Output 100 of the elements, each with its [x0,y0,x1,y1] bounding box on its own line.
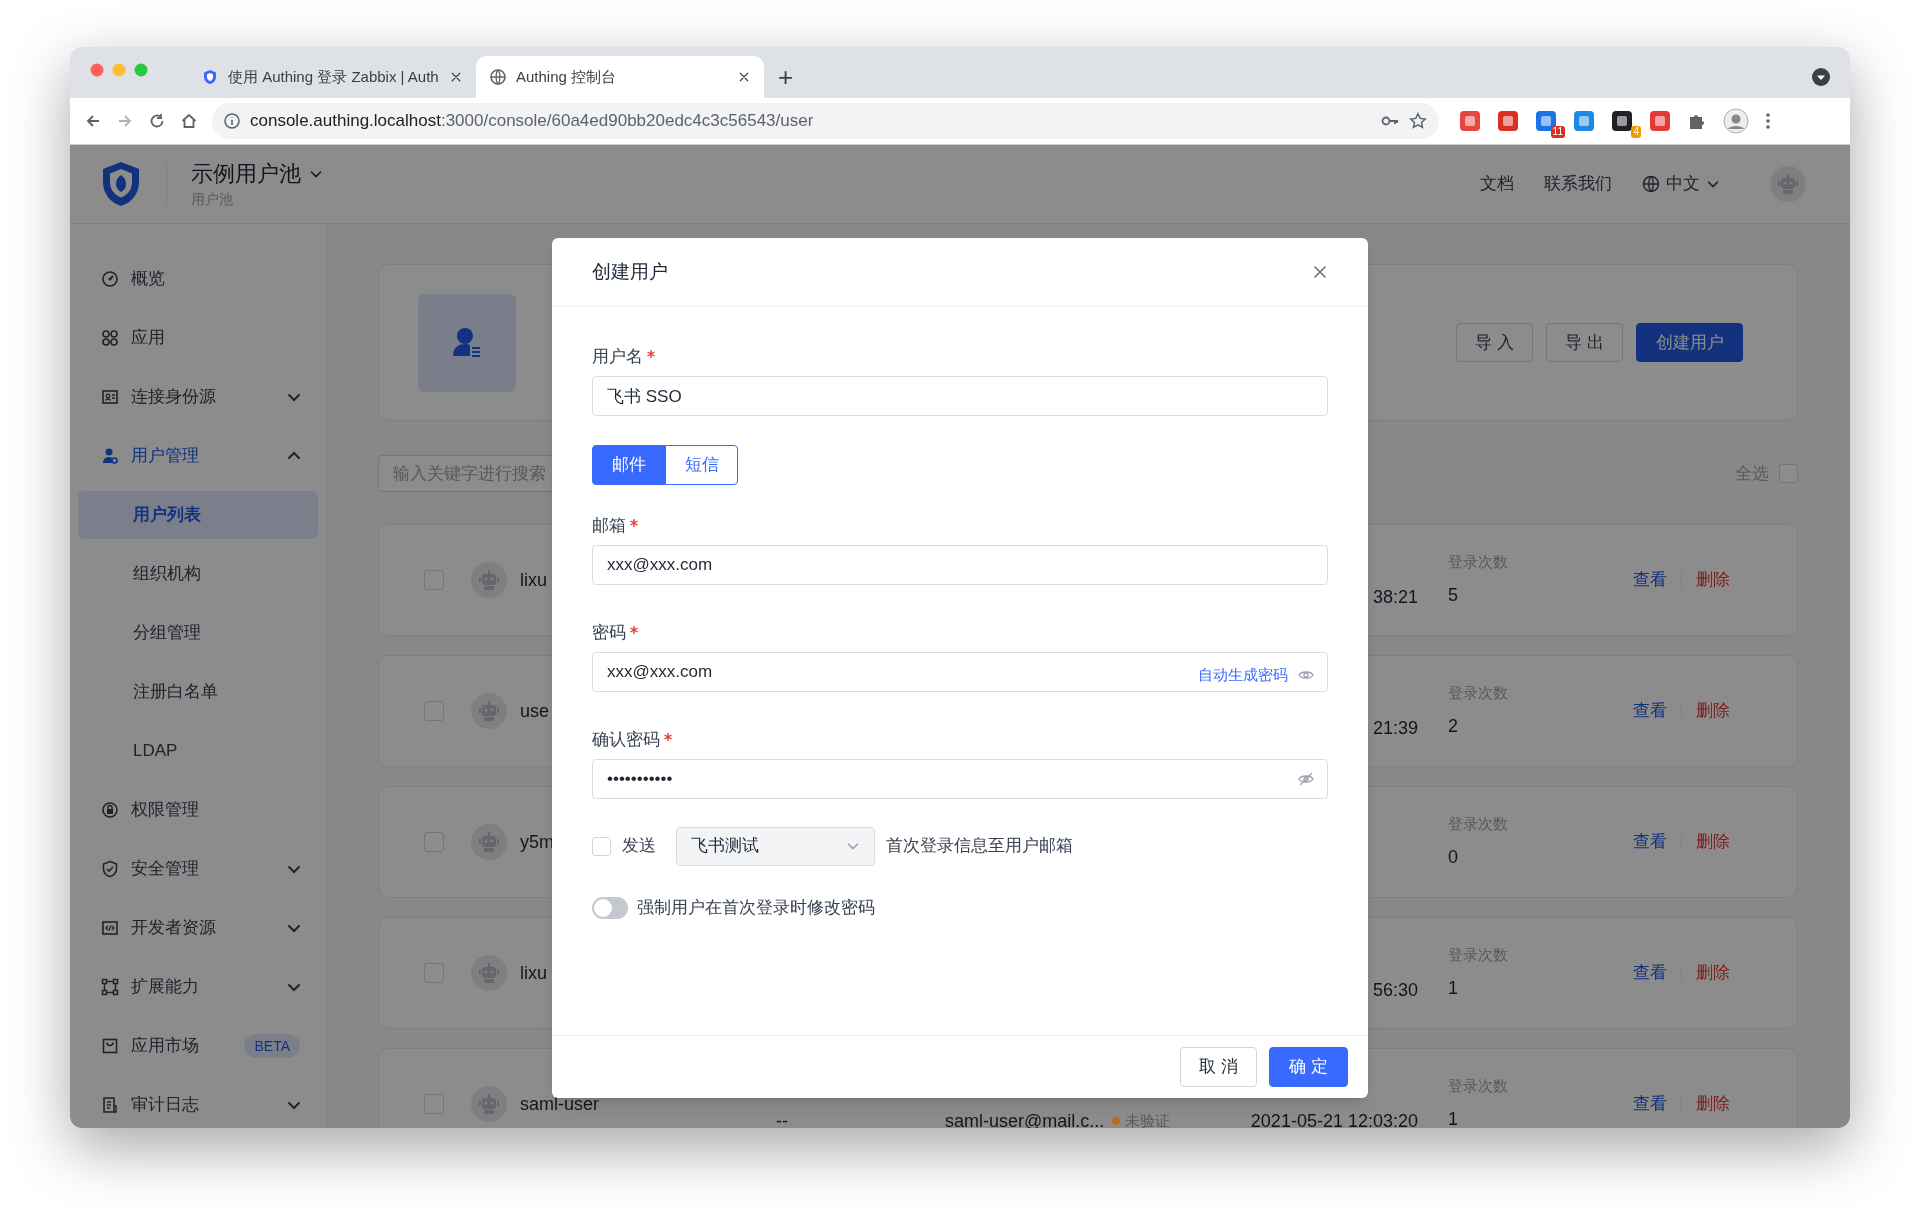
user-name: saml-user [520,1092,599,1116]
checkbox[interactable] [1779,464,1798,483]
date-text: 21:39 [1372,717,1418,738]
checkbox[interactable] [592,836,611,856]
field-label: 用户名 [592,346,643,369]
toggle-label: 强制用户在首次登录时修改密码 [637,897,875,920]
avatar-icon [471,824,507,860]
sidebar-item[interactable]: 用户管理 [78,426,318,485]
confirm-button[interactable]: 确 定 [1269,1047,1348,1087]
input-field[interactable]: xxx@xxx.com [592,545,1328,585]
gauge-icon [101,269,119,288]
field-label: 邮箱 [592,515,626,538]
sidebar-item[interactable]: 安全管理 [78,839,318,898]
bag-icon [101,1036,119,1055]
beta-badge: BETA [244,1033,300,1058]
delete-link[interactable]: 删除 [1696,698,1730,724]
avatar-icon [471,562,507,598]
more-menu-icon[interactable] [1765,112,1771,130]
id-card-icon [101,387,119,406]
sidebar-item[interactable]: 应用 [78,308,318,367]
checkbox[interactable] [424,832,444,852]
sidebar-subitem[interactable]: LDAP [78,726,318,775]
checkbox[interactable] [424,1094,444,1114]
view-link[interactable]: 查看 [1633,1091,1667,1117]
avatar-icon [471,955,507,991]
sidebar-item[interactable]: 权限管理 [78,780,318,839]
login-count: 2 [1448,714,1459,738]
badge: 11 [1550,126,1565,138]
send-label: 发送 [622,835,656,858]
sidebar-item[interactable]: 审计日志 [78,1075,318,1128]
login-count: 0 [1448,845,1459,869]
view-link[interactable]: 查看 [1633,567,1667,593]
delete-link[interactable]: 删除 [1696,960,1730,986]
user-gear-icon [101,446,119,465]
sidebar-subitem[interactable]: 注册白名单 [78,667,318,716]
browser-tab[interactable]: Authing 控制台 [476,56,764,98]
toolbar-button[interactable]: 导 入 [1456,323,1533,362]
sidebar-item[interactable]: 概览 [78,249,318,308]
close-icon[interactable] [450,71,462,83]
input-field[interactable]: 飞书 SSO [592,376,1328,416]
sidebar-item[interactable]: 扩展能力 [78,957,318,1016]
close-icon[interactable] [738,71,750,83]
close-icon[interactable] [1312,264,1328,280]
send-suffix: 首次登录信息至用户邮箱 [886,835,1073,858]
reload-icon[interactable] [148,112,166,130]
input-field[interactable]: ••••••••••• [592,759,1328,799]
sidebar-subitem[interactable]: 组织机构 [78,549,318,598]
user-name: use [520,699,550,723]
checkbox[interactable] [424,701,444,721]
sidebar-item[interactable]: 开发者资源 [78,898,318,957]
home-icon[interactable] [180,112,198,130]
extension-icon[interactable] [1611,110,1633,132]
user-name: lixu [520,568,547,592]
profile-avatar-icon[interactable] [1723,108,1749,134]
shield-icon [202,69,218,85]
date-text: 56:30 [1372,979,1418,1000]
sidebar-subitem[interactable]: 分组管理 [78,608,318,657]
create-user-button[interactable]: 创建用户 [1636,323,1743,362]
login-count: 1 [1448,976,1459,1000]
checkbox[interactable] [424,570,444,590]
toggle-switch[interactable] [592,897,628,919]
header-link[interactable]: 联系我们 [1544,171,1612,197]
date-text: 38:21 [1372,586,1418,607]
channel-tab[interactable]: 短信 [665,445,738,485]
sidebar-subitem[interactable]: 用户列表 [78,490,318,539]
header-link[interactable]: 文档 [1480,171,1514,197]
login-count: 1 [1448,1107,1459,1128]
cancel-button[interactable]: 取 消 [1180,1047,1257,1087]
badge: 4 [1631,126,1641,138]
delete-link[interactable]: 删除 [1696,567,1730,593]
code-window-icon [101,918,119,937]
shield-check-icon [101,859,119,878]
template-select[interactable]: 飞书测试 [676,826,875,866]
address-bar[interactable]: console.authing.localhost:3000/console/60a4ed90bb20edc4c3c56543/user [212,103,1439,139]
view-link[interactable]: 查看 [1633,960,1667,986]
shield-logo-icon [100,160,142,208]
toolbar-button[interactable]: 导 出 [1546,323,1623,362]
delete-link[interactable]: 删除 [1696,829,1730,855]
sidebar-item[interactable]: 连接身份源 [78,367,318,426]
browser-tab[interactable]: 使用 Authing 登录 Zabbix | Auth [188,56,476,98]
dropdown-icon[interactable] [1812,68,1830,86]
generate-password-link[interactable]: 自动生成密码 [1198,664,1288,687]
grid-icon [101,328,119,347]
language-selector[interactable]: 中文 [1666,171,1700,197]
field-label: 确认密码 [592,729,660,752]
avatar-icon [471,1086,507,1122]
date-text: 2021-05-21 12:03:20 [1250,1110,1418,1128]
eye-off-icon[interactable] [1298,771,1314,787]
view-link[interactable]: 查看 [1633,829,1667,855]
new-tab-button[interactable]: + [778,64,794,90]
pool-name[interactable]: 示例用户池 [191,159,301,189]
channel-tab[interactable]: 邮件 [592,445,665,485]
nodes-icon [101,977,119,996]
checkbox[interactable] [424,963,444,983]
document-list-icon [101,1095,119,1114]
view-link[interactable]: 查看 [1633,698,1667,724]
star-icon[interactable] [1409,112,1427,130]
delete-link[interactable]: 删除 [1696,1091,1730,1117]
sidebar-item[interactable]: 应用市场 BETA [78,1016,318,1075]
login-count: 5 [1448,583,1459,607]
